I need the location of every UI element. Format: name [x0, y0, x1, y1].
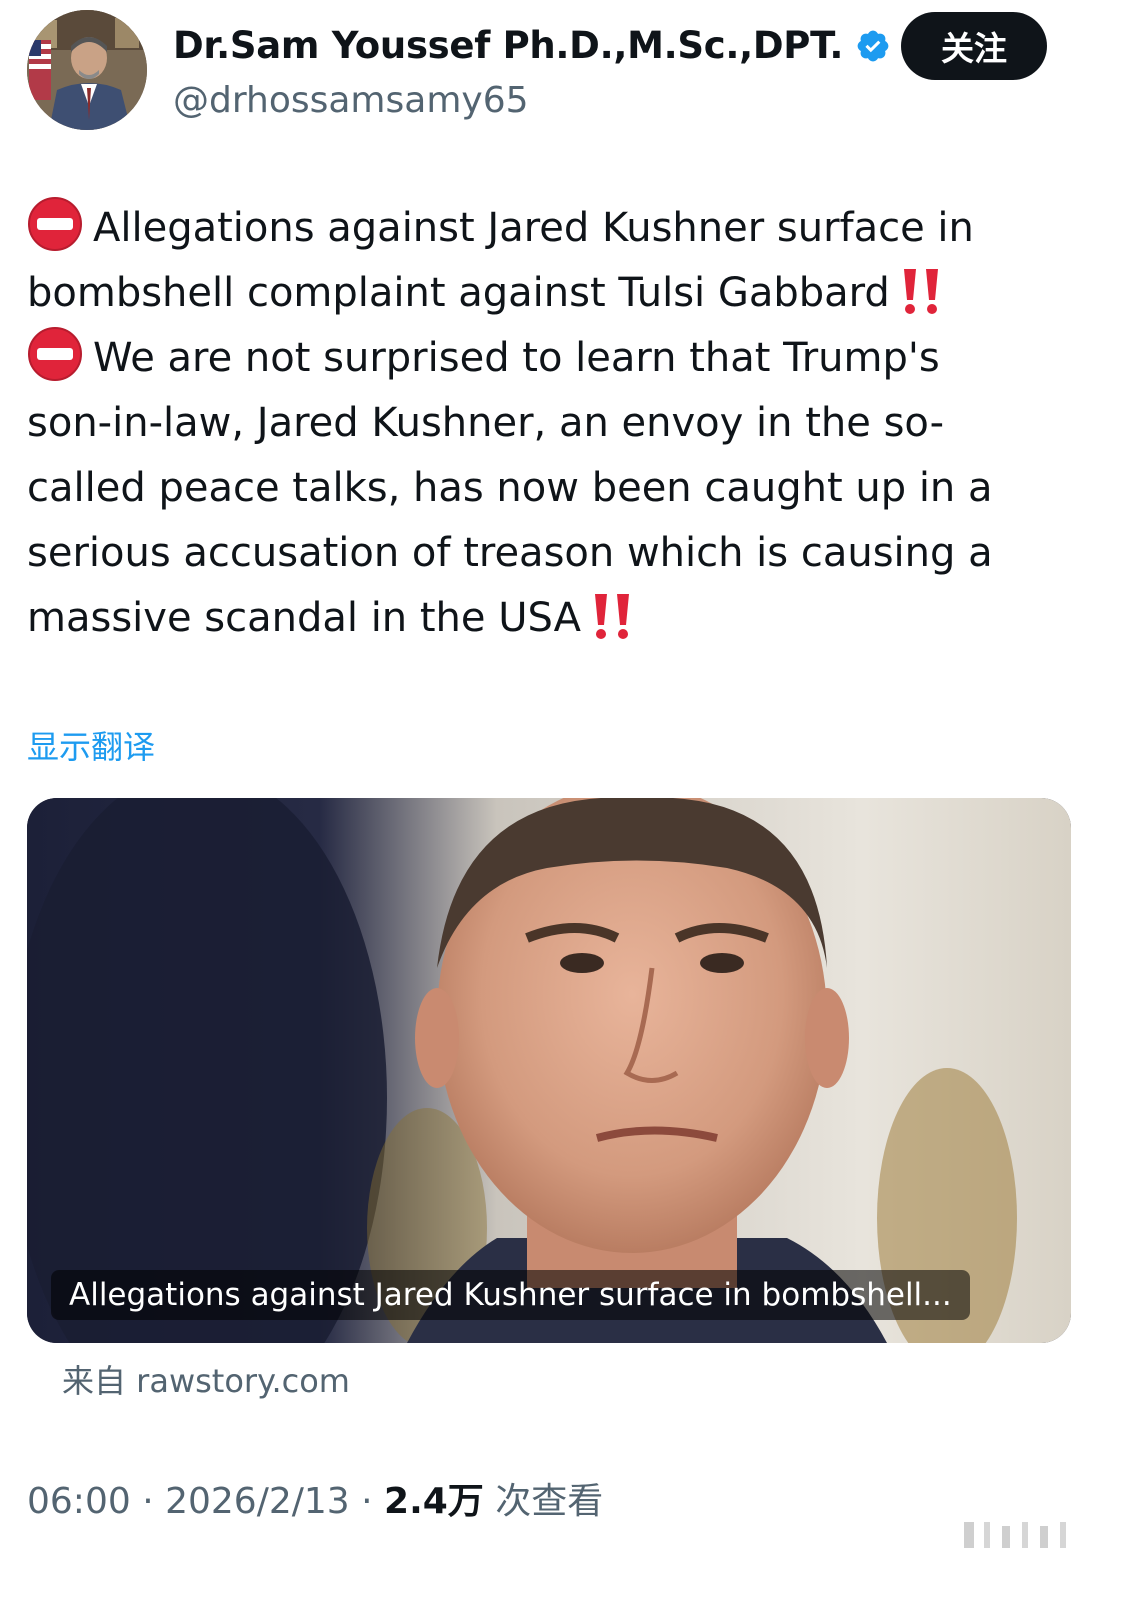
card-image [27, 798, 1071, 1343]
follow-button[interactable]: 关注 [901, 12, 1047, 80]
tweet-header: Dr.Sam Youssef Ph.D.,M.Sc.,DPT. @drhossa… [27, 10, 1067, 132]
tweet-line-text: massive scandal in the USA [27, 595, 582, 641]
avatar[interactable] [27, 10, 147, 130]
tweet-line: massive scandal in the USA [27, 586, 1097, 651]
tweet-time[interactable]: 06:00 [27, 1481, 131, 1522]
tweet-line: Allegations against Jared Kushner surfac… [27, 196, 1097, 261]
tweet-line: called peace talks, has now been caught … [27, 465, 993, 511]
author-display-name[interactable]: Dr.Sam Youssef Ph.D.,M.Sc.,DPT. [173, 24, 843, 67]
tweet-line: serious accusation of treason which is c… [27, 530, 993, 576]
name-row: Dr.Sam Youssef Ph.D.,M.Sc.,DPT. [173, 24, 891, 67]
card-caption: Allegations against Jared Kushner surfac… [51, 1270, 970, 1320]
tweet-line: bombshell complaint against Tulsi Gabbar… [27, 261, 1097, 326]
tweet-line-text: We are not surprised to learn that Trump… [93, 335, 940, 381]
show-translation-link[interactable]: 显示翻译 [27, 722, 155, 768]
views-count: 2.4万 [384, 1481, 484, 1522]
double-exclamation-icon [595, 594, 630, 639]
tweet-line-text: bombshell complaint against Tulsi Gabbar… [27, 270, 890, 316]
link-card[interactable]: Allegations against Jared Kushner surfac… [27, 798, 1071, 1343]
meta-separator: · [349, 1481, 385, 1522]
tweet-date[interactable]: 2026/2/13 [165, 1481, 350, 1522]
verified-badge-icon [857, 30, 889, 61]
meta-separator: · [130, 1481, 166, 1522]
watermark-logo [964, 1522, 1066, 1548]
card-source-link[interactable]: 来自 rawstory.com [62, 1356, 350, 1402]
tweet-meta: 06:00 · 2026/2/13 · 2.4万 次查看 [27, 1472, 603, 1524]
no-entry-icon [28, 197, 82, 251]
no-entry-icon [28, 327, 82, 381]
tweet-line-text: Allegations against Jared Kushner surfac… [93, 205, 974, 251]
author-handle[interactable]: @drhossamsamy65 [173, 80, 529, 121]
tweet-line: son-in-law, Jared Kushner, an envoy in t… [27, 400, 945, 446]
double-exclamation-icon [903, 269, 938, 314]
views-label: 次查看 [495, 1481, 604, 1522]
tweet-line: We are not surprised to learn that Trump… [27, 326, 1097, 391]
tweet-text: Allegations against Jared Kushner surfac… [27, 196, 1097, 651]
